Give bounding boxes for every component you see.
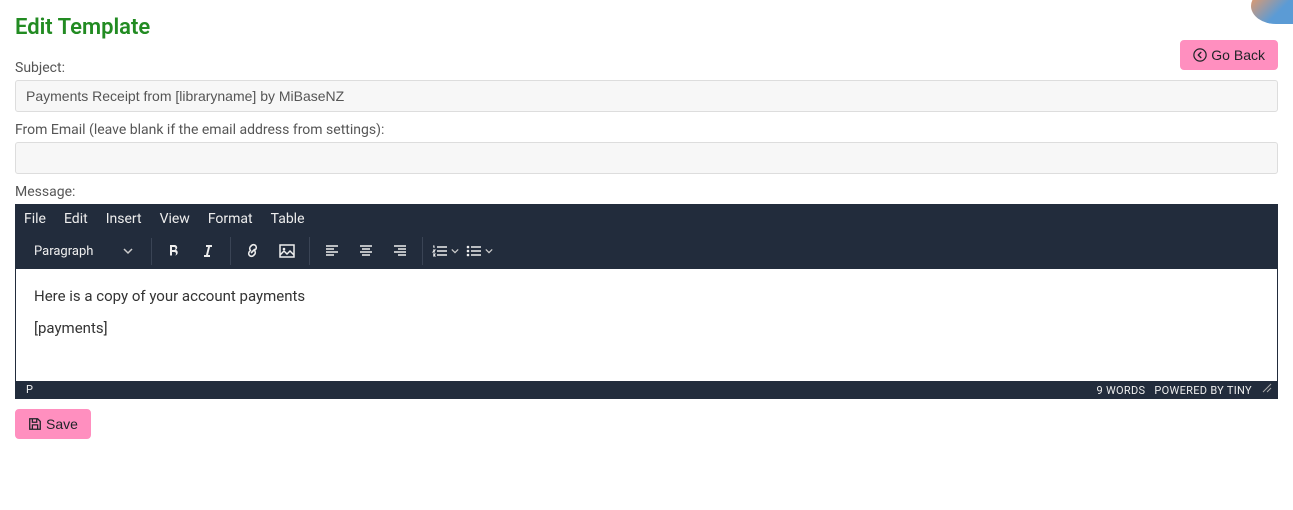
from-email-input[interactable]	[15, 142, 1278, 174]
save-button[interactable]: Save	[15, 409, 91, 439]
image-button[interactable]	[273, 237, 301, 265]
italic-button[interactable]	[194, 237, 222, 265]
message-label: Message:	[15, 184, 1278, 200]
bold-button[interactable]	[160, 237, 188, 265]
menu-insert[interactable]: Insert	[106, 211, 142, 227]
chevron-down-icon	[485, 247, 493, 255]
resize-handle-icon[interactable]	[1261, 382, 1273, 397]
chevron-down-icon	[123, 246, 133, 256]
block-format-label: Paragraph	[34, 244, 93, 259]
menu-edit[interactable]: Edit	[64, 211, 88, 227]
bullet-list-button[interactable]	[465, 237, 493, 265]
chevron-down-icon	[451, 247, 459, 255]
menu-view[interactable]: View	[160, 211, 190, 227]
rich-text-editor: File Edit Insert View Format Table Parag…	[15, 204, 1278, 399]
link-button[interactable]	[239, 237, 267, 265]
align-center-button[interactable]	[352, 237, 380, 265]
menu-file[interactable]: File	[24, 211, 46, 227]
element-path[interactable]: P	[26, 383, 33, 396]
numbered-list-button[interactable]	[431, 237, 459, 265]
page-title: Edit Template	[0, 0, 1293, 45]
editor-statusbar: P 9 WORDS POWERED BY TINY	[16, 381, 1277, 398]
word-count[interactable]: 9 WORDS	[1096, 384, 1145, 397]
menu-table[interactable]: Table	[271, 211, 305, 227]
go-back-button[interactable]: Go Back	[1180, 40, 1278, 70]
from-email-label: From Email (leave blank if the email add…	[15, 122, 1278, 138]
block-format-select[interactable]: Paragraph	[30, 238, 143, 265]
go-back-label: Go Back	[1211, 47, 1265, 63]
save-label: Save	[46, 416, 78, 432]
editor-toolbar: Paragraph	[16, 233, 1277, 269]
editor-line: [payments]	[34, 319, 1259, 337]
save-icon	[28, 417, 42, 431]
subject-input[interactable]	[15, 80, 1278, 112]
align-left-button[interactable]	[318, 237, 346, 265]
arrow-left-icon	[1193, 48, 1207, 62]
editor-branding[interactable]: POWERED BY TINY	[1154, 384, 1252, 397]
editor-content[interactable]: Here is a copy of your account payments …	[16, 269, 1277, 381]
align-right-button[interactable]	[386, 237, 414, 265]
editor-menubar: File Edit Insert View Format Table	[16, 205, 1277, 233]
editor-line: Here is a copy of your account payments	[34, 287, 1259, 305]
subject-label: Subject:	[15, 60, 1278, 76]
menu-format[interactable]: Format	[208, 211, 253, 227]
